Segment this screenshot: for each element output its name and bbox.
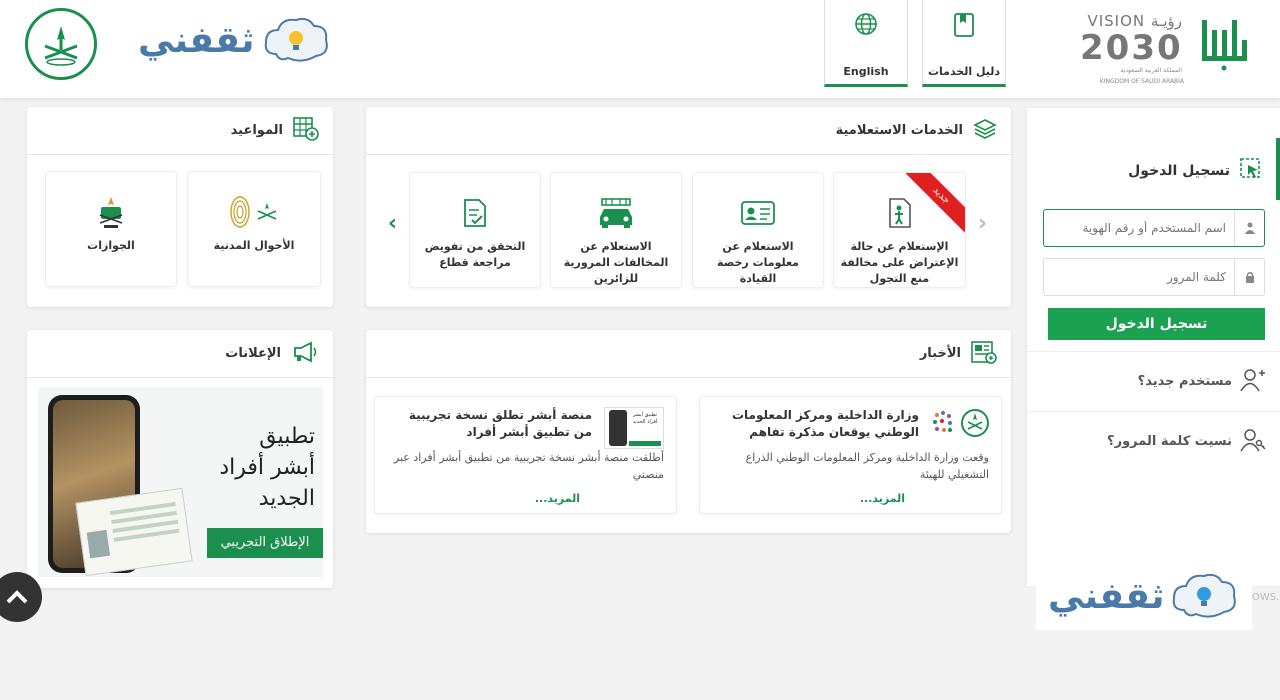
car-camera-icon bbox=[596, 195, 636, 231]
id-card-icon bbox=[740, 195, 776, 231]
announcements-title: الإعلانات bbox=[225, 346, 281, 361]
new-user-label: مستخدم جديد؟ bbox=[1137, 374, 1232, 389]
ad-headline: تطبيق أبشر أفراد الجديد bbox=[185, 421, 315, 514]
service-label: التحقق من تفويض مراجعة قطاع bbox=[424, 240, 526, 269]
services-guide-label: دليل الخدمات bbox=[927, 65, 1001, 78]
forgot-password-label: نسيت كلمة المرور؟ bbox=[1107, 434, 1232, 449]
new-user-link[interactable]: مستخدم جديد؟ bbox=[1027, 351, 1280, 411]
english-label: English bbox=[843, 65, 889, 78]
service-label: الاستعلام عن معلومات رخصة القيادة bbox=[716, 240, 799, 285]
username-field[interactable] bbox=[1043, 209, 1265, 247]
appointment-civil-affairs[interactable]: الأحوال المدنية bbox=[187, 171, 321, 287]
cursor-click-icon bbox=[1240, 158, 1262, 184]
ad-line-1: تطبيق bbox=[259, 424, 315, 449]
login-submit-button[interactable]: تسجيل الدخول bbox=[1048, 308, 1265, 340]
password-field[interactable] bbox=[1043, 258, 1265, 296]
password-input[interactable] bbox=[1044, 259, 1234, 295]
appointments-card: المواعيد الجوازات الأحوال المدنية bbox=[27, 107, 333, 307]
news-title: الأخبار bbox=[919, 346, 961, 361]
vision-2030-logo: VISION رؤيـة 2030 المملكة العربية السعود… bbox=[1080, 12, 1190, 86]
inquiry-services-card: الخدمات الاستعلامية ‹ التحقق من تفويض مر… bbox=[366, 107, 1011, 307]
news-header: الأخبار bbox=[366, 330, 1011, 378]
service-driving-license-info[interactable]: الاستعلام عن معلومات رخصة القيادة bbox=[692, 172, 824, 288]
vision-country-en: KINGDOM OF SAUDI ARABIA bbox=[1099, 78, 1184, 85]
watermark-thaqafni: ثقفني bbox=[1036, 562, 1252, 630]
saudi-emblem-logo bbox=[25, 8, 97, 80]
news-item[interactable]: تطبيق أبشر أفراد الجديد منصة أبشر تطلق ن… bbox=[374, 396, 677, 514]
services-header: الخدمات الاستعلامية bbox=[366, 107, 1011, 155]
ad-launch-badge: الإطلاق التجريبي bbox=[207, 528, 323, 558]
news-item-desc: وقعت وزارة الداخلية ومركز المعلومات الوط… bbox=[745, 451, 989, 481]
user-key-icon bbox=[1240, 428, 1266, 456]
civil-affairs-label: الأحوال المدنية bbox=[213, 239, 295, 252]
app-root: ثقفني English دليل الخدمات VISION رؤيـة bbox=[0, 0, 1280, 700]
forgot-password-link[interactable]: نسيت كلمة المرور؟ bbox=[1027, 411, 1280, 471]
service-visitor-traffic-violations[interactable]: الاستعلام عن المخالفات المرورية للزائرين bbox=[550, 172, 682, 288]
news-thumb-text: تطبيق أبشر أفراد الجديد bbox=[632, 412, 658, 425]
globe-icon bbox=[854, 12, 878, 39]
ad-line-2: أبشر أفراد bbox=[219, 455, 315, 480]
watermark-brand: ثقفني bbox=[1048, 575, 1165, 617]
news-item[interactable]: وزارة الداخلية ومركز المعلومات الوطني يو… bbox=[699, 396, 1002, 514]
news-more-link[interactable]: المزيد... bbox=[860, 492, 905, 505]
english-button[interactable]: English bbox=[824, 0, 908, 87]
announcements-header: الإعلانات bbox=[27, 330, 333, 378]
passports-emblem-icon bbox=[96, 194, 126, 230]
brand-name: ثقفني bbox=[138, 19, 255, 61]
absher-logo bbox=[1198, 12, 1250, 72]
active-indicator bbox=[1276, 138, 1280, 200]
vision-country-ar: المملكة العربية السعودية bbox=[1120, 67, 1182, 74]
megaphone-icon bbox=[291, 341, 319, 367]
service-curfew-violation-objection[interactable]: جديد الإستعلام عن حالة الإعتراض على مخال… bbox=[833, 172, 966, 288]
username-input[interactable] bbox=[1044, 210, 1234, 246]
newspaper-icon bbox=[971, 340, 997, 368]
login-sidebar: تسجيل الدخول تسجيل الدخول مستخدم جديد؟ bbox=[1027, 108, 1280, 586]
news-item-desc: أطلقت منصة أبشر نسخة تجريبية من تطبيق أب… bbox=[393, 451, 664, 481]
scroll-to-top-button[interactable] bbox=[0, 572, 42, 622]
vision-year: 2030 bbox=[1080, 28, 1183, 68]
login-title: تسجيل الدخول bbox=[1128, 163, 1230, 179]
brand-thaqafni: ثقفني bbox=[138, 14, 332, 66]
civil-affairs-logo bbox=[229, 194, 279, 230]
appointments-header: المواعيد bbox=[27, 107, 333, 155]
login-header: تسجيل الدخول bbox=[1128, 158, 1262, 184]
carousel-next-arrow[interactable]: ‹ bbox=[388, 211, 397, 236]
lock-icon bbox=[1234, 259, 1264, 295]
services-title: الخدمات الاستعلامية bbox=[835, 123, 963, 138]
user-icon bbox=[1234, 210, 1264, 246]
layers-icon bbox=[973, 118, 997, 144]
appointment-passports[interactable]: الجوازات bbox=[45, 171, 177, 287]
lightbulb-cloud-icon bbox=[1170, 570, 1240, 622]
book-icon bbox=[952, 12, 976, 41]
news-card: الأخبار تطبيق أبشر أفراد الجديد منصة أبش… bbox=[366, 330, 1011, 533]
service-label: الإستعلام عن حالة الإعتراض على مخالفة من… bbox=[840, 240, 959, 285]
document-person-icon bbox=[888, 195, 912, 231]
add-user-icon bbox=[1240, 368, 1266, 396]
appointments-title: المواعيد bbox=[230, 123, 283, 138]
document-check-icon bbox=[462, 195, 488, 231]
chevron-up-icon bbox=[6, 590, 28, 604]
services-guide-button[interactable]: دليل الخدمات bbox=[922, 0, 1006, 87]
news-app-thumbnail: تطبيق أبشر أفراد الجديد bbox=[604, 407, 664, 449]
id-cards-image bbox=[75, 487, 193, 577]
passports-label: الجوازات bbox=[87, 239, 135, 252]
service-verify-authorization[interactable]: التحقق من تفويض مراجعة قطاع bbox=[409, 172, 541, 288]
carousel-prev-arrow[interactable]: › bbox=[978, 211, 987, 236]
absher-ad-banner[interactable]: تطبيق أبشر أفراد الجديد الإطلاق التجريبي bbox=[38, 387, 323, 577]
announcements-card: الإعلانات تطبيق أبشر أفراد الجديد الإطلا… bbox=[27, 330, 333, 588]
watermark-fade-text: OWS. bbox=[1252, 592, 1280, 603]
news-more-link[interactable]: المزيد... bbox=[535, 492, 580, 505]
ad-line-3: الجديد bbox=[258, 486, 315, 511]
service-label: الاستعلام عن المخالفات المرورية للزائرين bbox=[563, 240, 669, 285]
news-partner-logos bbox=[931, 407, 989, 449]
calendar-grid-icon bbox=[293, 116, 319, 145]
top-header: ثقفني English دليل الخدمات VISION رؤيـة bbox=[0, 0, 1280, 98]
lightbulb-cloud-icon bbox=[262, 14, 332, 66]
